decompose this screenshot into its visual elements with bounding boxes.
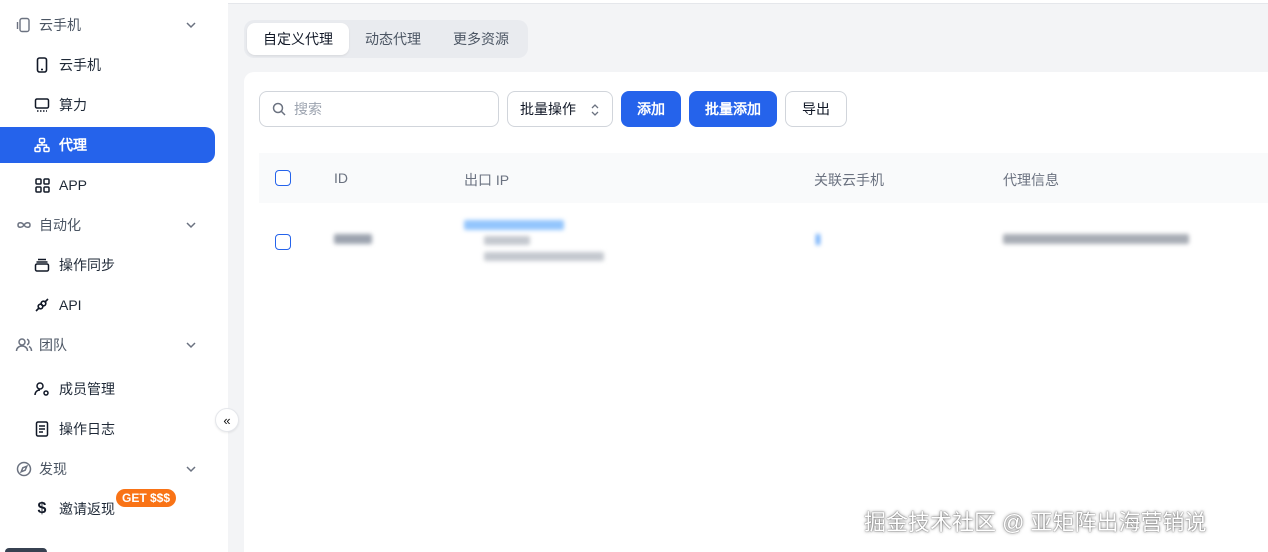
sidebar-item-label: 代理: [59, 137, 87, 153]
sidebar-item-sync[interactable]: 操作同步: [0, 247, 228, 283]
batch-operation-select[interactable]: 批量操作: [507, 91, 613, 127]
sidebar-item-app[interactable]: APP: [0, 167, 228, 203]
sidebar-item-label: API: [59, 297, 82, 313]
sidebar-item-label: 操作同步: [59, 257, 115, 273]
grid-icon: [34, 177, 50, 193]
sidebar-group-label: 自动化: [39, 217, 81, 233]
sidebar-group-cloud-phone[interactable]: 云手机: [0, 7, 228, 43]
sidebar-item-compute[interactable]: 算力: [0, 87, 228, 123]
row-id-redacted: [334, 234, 372, 244]
chevron-down-icon[interactable]: [184, 338, 198, 352]
user-settings-icon: [34, 381, 50, 397]
sidebar-group-automation[interactable]: 自动化: [0, 207, 228, 243]
infinity-icon: [15, 216, 33, 234]
sidebar-item-label: 操作日志: [59, 421, 115, 437]
select-all-checkbox[interactable]: [275, 170, 291, 186]
dollar-icon: $: [37, 500, 47, 517]
sidebar-item-label: 云手机: [59, 57, 101, 73]
sidebar-item-invite[interactable]: $ 邀请返现: [0, 491, 228, 527]
table-row[interactable]: [259, 203, 1268, 279]
batch-add-button[interactable]: 批量添加: [689, 91, 777, 127]
chevron-down-icon[interactable]: [184, 218, 198, 232]
sidebar-group-team[interactable]: 团队: [0, 327, 228, 363]
row-ip-time-redacted: [484, 252, 604, 261]
search-input[interactable]: [294, 101, 474, 117]
add-button[interactable]: 添加: [621, 91, 681, 127]
corner-element: [5, 548, 47, 552]
plug-icon: [34, 297, 50, 313]
compass-icon: [15, 460, 33, 478]
sidebar-item-label: APP: [59, 177, 88, 193]
proxy-tabs: 自定义代理 动态代理 更多资源: [244, 20, 528, 58]
column-header-proxy-info: 代理信息: [1003, 172, 1059, 188]
row-checkbox[interactable]: [275, 234, 291, 250]
mobile-icon: [34, 57, 50, 73]
layers-icon: [34, 257, 50, 273]
invite-badge: GET $$$: [116, 489, 177, 507]
sidebar-item-api[interactable]: API: [0, 287, 228, 323]
sidebar-item-log[interactable]: 操作日志: [0, 411, 228, 447]
row-exit-ip-redacted: [464, 220, 564, 230]
sidebar-item-cloud-phone[interactable]: 云手机: [0, 47, 228, 83]
tab-dynamic-proxy[interactable]: 动态代理: [349, 23, 437, 55]
sidebar-group-discover[interactable]: 发现: [0, 451, 228, 487]
search-box[interactable]: [259, 91, 499, 127]
main-panel: 批量操作 添加 批量添加 导出 ID 出口 IP 关联云手机 代理信息: [244, 72, 1268, 552]
double-chevron-left-icon: «: [223, 412, 231, 428]
sidebar-group-label: 发现: [39, 461, 67, 477]
sidebar-item-label: 邀请返现: [59, 501, 115, 517]
tab-custom-proxy[interactable]: 自定义代理: [247, 23, 349, 55]
top-bar: [228, 0, 1268, 4]
row-ip-location-redacted: [484, 236, 530, 245]
sidebar-item-label: 算力: [59, 97, 87, 113]
row-linked-phone-redacted[interactable]: [816, 234, 820, 245]
collapse-sidebar-button[interactable]: «: [215, 408, 239, 432]
tab-more-resources[interactable]: 更多资源: [437, 23, 525, 55]
sidebar-item-members[interactable]: 成员管理: [0, 371, 228, 407]
chevron-down-icon[interactable]: [184, 462, 198, 476]
document-icon: [34, 421, 50, 437]
sidebar-group-label: 云手机: [39, 17, 81, 33]
watermark-text: 掘金技术社区 @ 亚矩阵出海营销说: [864, 510, 1207, 535]
monitor-icon: [34, 97, 50, 113]
export-button[interactable]: 导出: [785, 91, 847, 127]
search-icon: [272, 102, 286, 116]
sidebar-item-proxy[interactable]: 代理: [0, 127, 215, 163]
sidebar-item-label: 成员管理: [59, 381, 115, 397]
batch-operation-label: 批量操作: [520, 101, 576, 117]
users-icon: [15, 336, 33, 354]
sidebar-group-label: 团队: [39, 337, 67, 353]
column-header-exit-ip: 出口 IP: [464, 172, 510, 188]
network-icon: [34, 137, 50, 153]
updown-chevron-icon: [591, 104, 599, 116]
row-proxy-info-redacted: [1003, 234, 1189, 244]
chevron-down-icon[interactable]: [184, 18, 198, 32]
table-header: ID 出口 IP 关联云手机 代理信息: [259, 153, 1268, 203]
sidebar: 云手机 云手机 算力 代理 APP 自动化 操作同步 API 团队 成员管理 操…: [0, 0, 228, 552]
phone-group-icon: [15, 16, 33, 34]
column-header-id: ID: [334, 170, 348, 186]
column-header-linked-phone: 关联云手机: [814, 172, 884, 188]
